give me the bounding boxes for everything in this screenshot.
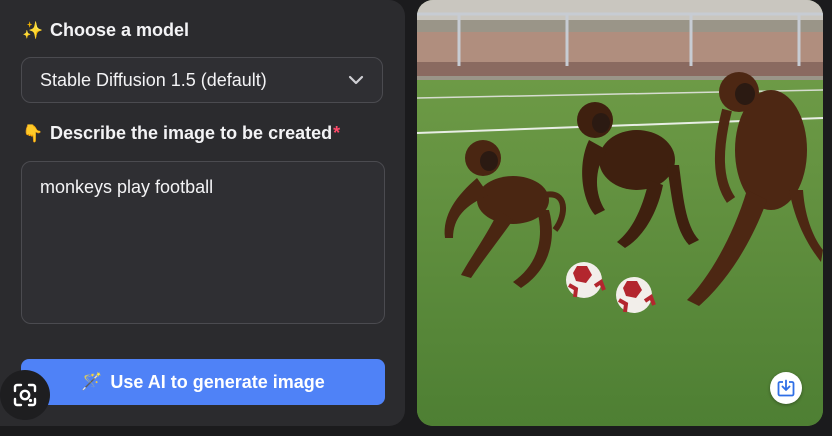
prompt-text: monkeys play football [40,177,214,197]
generated-image [417,0,823,426]
sparkles-icon: ✨ [22,20,44,40]
required-mark: * [333,123,341,143]
lens-button[interactable] [0,370,50,420]
model-label-text: Choose a model [50,20,190,40]
chevron-down-icon [348,75,364,85]
pointing-down-icon: 👇 [22,123,44,143]
lens-icon [13,383,37,407]
magic-wand-icon: 🪄 [81,372,103,391]
prompt-label: 👇 Describe the image to be created* [22,123,340,144]
download-button[interactable] [770,372,802,404]
generate-button-label: Use AI to generate image [110,371,325,392]
generate-button[interactable]: 🪄 Use AI to generate image [21,359,385,405]
model-select[interactable]: Stable Diffusion 1.5 (default) [21,57,383,103]
model-label: ✨ Choose a model [22,20,189,41]
download-icon [777,379,795,397]
generator-panel: ✨ Choose a model Stable Diffusion 1.5 (d… [0,0,405,426]
generated-image-art [417,0,823,426]
prompt-label-text: Describe the image to be created [50,123,333,143]
model-select-value: Stable Diffusion 1.5 (default) [40,69,267,90]
prompt-textarea[interactable]: monkeys play football [21,161,385,324]
